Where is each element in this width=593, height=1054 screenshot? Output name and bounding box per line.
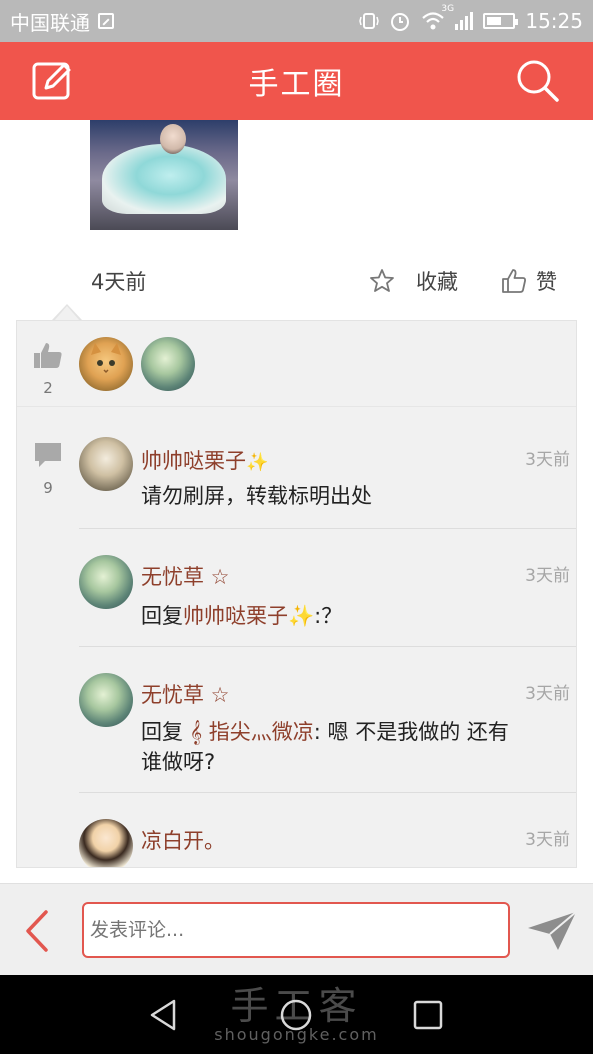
alarm-icon [391, 13, 410, 31]
comment-text: 回复 𝄞 指尖灬微凉: 嗯 不是我做的 还有谁做呀? [141, 717, 511, 777]
panel-pointer-fill [54, 306, 80, 321]
commenter-name[interactable]: 无忧草 ☆ [141, 561, 230, 591]
reply-prefix: 回复 [141, 604, 183, 628]
comment-item[interactable]: 帅帅哒栗子✨ 3天前 请勿刷屏，转载标明出处 [17, 437, 576, 529]
nav-back-icon[interactable] [146, 997, 182, 1033]
comment-time: 3天前 [525, 450, 570, 470]
comment-item[interactable]: 无忧草 ☆ 3天前 回复帅帅哒栗子✨:？ [17, 529, 576, 647]
commenter-avatar[interactable] [79, 673, 133, 727]
comment-text: 回复帅帅哒栗子✨:？ [141, 601, 541, 631]
commenter-avatar[interactable] [79, 819, 133, 867]
comment-bar [0, 883, 593, 975]
edit-icon[interactable] [28, 56, 78, 106]
back-arrow-icon[interactable] [22, 908, 52, 954]
nav-home-icon[interactable] [278, 997, 314, 1033]
carrier-group: 中国联通 [10, 7, 114, 36]
doll-head-shape [160, 124, 186, 154]
like-label: 赞 [536, 270, 557, 294]
post-time: 4天前 [91, 270, 147, 294]
like-button[interactable]: 赞 [500, 266, 557, 296]
liker-avatar-cat[interactable] [79, 337, 133, 391]
star-icon [370, 269, 394, 292]
send-icon[interactable] [526, 910, 578, 952]
commenter-avatar[interactable] [79, 437, 133, 491]
comment-text: 请勿刷屏，转载标明出处 [141, 484, 372, 508]
post-image[interactable] [90, 120, 238, 230]
reply-target[interactable]: 帅帅哒栗子✨ [183, 604, 314, 628]
favorite-button[interactable]: 收藏 [368, 266, 458, 296]
liker-avatar-moon[interactable] [141, 337, 195, 391]
comment-time: 3天前 [525, 830, 570, 850]
comment-input[interactable] [82, 902, 510, 958]
nav-recents-icon[interactable] [410, 997, 446, 1033]
reply-prefix: 回复 [141, 720, 183, 744]
like-count: 2 [43, 379, 53, 397]
app-bar: 手工圈 [0, 42, 593, 120]
sparkle-badge: ✨ [246, 452, 269, 473]
vibrate-icon [359, 13, 380, 29]
interaction-panel: 2 9 帅帅哒栗子✨ 3天前 请勿刷屏，转载标明出处 无忧草 ☆ 3天前 回复帅… [16, 320, 577, 868]
thumbs-up-icon [502, 269, 526, 293]
comment-time: 3天前 [525, 684, 570, 704]
comment-item[interactable]: 无忧草 ☆ 3天前 回复 𝄞 指尖灬微凉: 嗯 不是我做的 还有谁做呀? [17, 647, 576, 793]
thumbs-up-filled-icon [34, 343, 62, 368]
favorite-label: 收藏 [416, 270, 458, 294]
status-right: 3G 15:25 [359, 4, 583, 33]
likes-row: 2 [17, 321, 576, 407]
commenter-name-text: 帅帅哒栗子 [141, 449, 246, 473]
cat-avatar-image [91, 343, 121, 374]
like-count-block: 2 [31, 341, 65, 397]
reply-target[interactable]: 𝄞 指尖灬微凉 [190, 720, 314, 744]
system-navigation-bar: 手工客 shougongke.com [0, 975, 593, 1054]
carrier-name: 中国联通 [10, 10, 90, 35]
doll-dress-shape [102, 144, 226, 214]
battery-icon [483, 13, 519, 29]
signal-icon: 3G [441, 4, 474, 30]
search-icon[interactable] [513, 56, 563, 106]
post-meta: 4天前 收藏 赞 [0, 258, 593, 304]
commenter-avatar[interactable] [79, 555, 133, 609]
commenter-name[interactable]: 帅帅哒栗子✨ [141, 445, 268, 475]
clock: 15:25 [525, 9, 583, 33]
reply-text: :？ [314, 604, 343, 628]
wifi-icon [422, 12, 445, 30]
network-type: 3G [441, 4, 455, 14]
status-bar: 中国联通 3G 15:25 [0, 0, 593, 42]
image-notification-icon [98, 13, 114, 29]
comment-time: 3天前 [525, 566, 570, 586]
commenter-name[interactable]: 凉白开。 [141, 825, 225, 855]
comment-item[interactable]: 凉白开。 3天前 [17, 793, 576, 867]
page-title: 手工圈 [248, 67, 345, 102]
post-detail[interactable]: 4天前 收藏 赞 2 9 帅帅哒栗子✨ 3天前 请勿刷屏，转载标明出处 无忧草 … [0, 120, 593, 883]
commenter-name[interactable]: 无忧草 ☆ [141, 679, 230, 709]
